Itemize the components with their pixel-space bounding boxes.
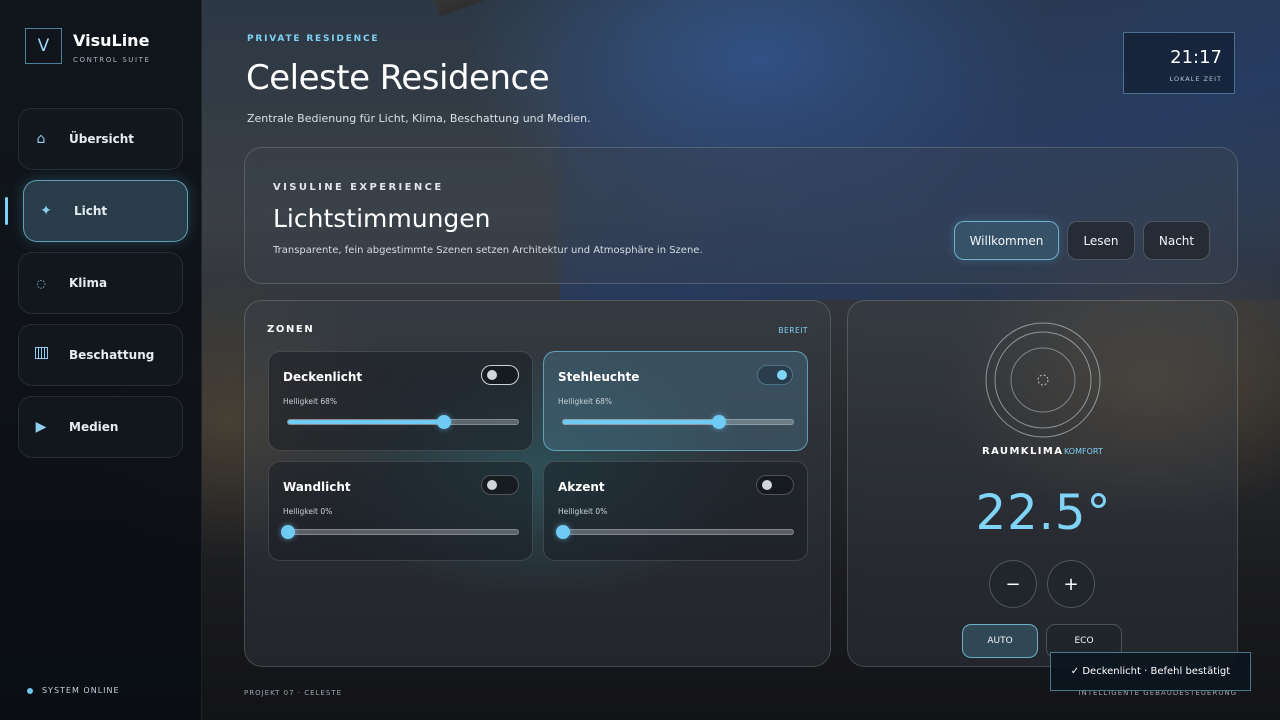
sidebar-item-label: Medien (69, 420, 119, 434)
sidebar-item-label: Übersicht (69, 132, 135, 146)
brightness-slider[interactable] (281, 525, 519, 539)
temperature-display: 22.5° (975, 485, 1112, 541)
zone-brightness-label: Helligkeit 0% (558, 507, 608, 516)
zone-toggle[interactable] (481, 475, 519, 495)
brightness-slider[interactable] (287, 415, 519, 429)
footer-project: PROJEKT 07 · CELESTE (244, 689, 342, 697)
zone-card: Wandlicht Helligkeit 0% (268, 461, 533, 561)
slider-thumb[interactable] (281, 525, 295, 539)
brand-logo-letter: V (37, 36, 50, 56)
zone-card: Deckenlicht Helligkeit 68% (268, 351, 533, 451)
clock-widget: 21:17 LOKALE ZEIT (1123, 32, 1235, 94)
scene-button-read[interactable]: Lesen (1067, 221, 1135, 260)
sidebar-item-label: Klima (69, 276, 108, 290)
zone-name: Stehleuchte (558, 370, 640, 384)
brand-name: VisuLine (73, 31, 150, 50)
home-icon: ⌂ (36, 131, 46, 147)
clock-time: 21:17 (1170, 47, 1222, 68)
toggle-knob (762, 480, 772, 490)
zones-panel: ZONEN BEREIT Deckenlicht Helligkeit 68% … (244, 300, 831, 667)
zone-name: Wandlicht (283, 480, 351, 494)
play-icon: ▶ (35, 419, 47, 435)
toggle-knob (487, 480, 497, 490)
toggle-knob (487, 370, 497, 380)
sidebar-item-light[interactable]: ✦ Licht (23, 180, 188, 242)
zone-brightness-label: Helligkeit 0% (283, 507, 333, 516)
zone-brightness-label: Helligkeit 68% (558, 397, 613, 406)
scene-button-welcome[interactable]: Willkommen (954, 221, 1059, 260)
clock-label: LOKALE ZEIT (1169, 75, 1222, 83)
blinds-icon (33, 347, 49, 363)
slider-thumb[interactable] (712, 415, 727, 429)
climate-icon: ◌ (36, 276, 46, 290)
zone-name: Akzent (558, 480, 605, 494)
zone-name: Deckenlicht (283, 370, 363, 384)
status-dot-icon (27, 688, 33, 694)
toggle-knob (777, 370, 787, 380)
sidebar-item-shading[interactable]: Beschattung (18, 324, 183, 386)
climate-panel: RAUMKLIMA KOMFORT 22.5° − + AUTO ECO (847, 300, 1238, 667)
decrease-temperature-button[interactable]: − (989, 560, 1037, 608)
toast-notification: ✓ Deckenlicht · Befehl bestätigt (1050, 652, 1251, 691)
climate-label: RAUMKLIMA (982, 446, 1064, 457)
zone-card: Akzent Helligkeit 0% (543, 461, 808, 561)
zone-toggle[interactable] (756, 475, 794, 495)
increase-temperature-button[interactable]: + (1047, 560, 1095, 608)
scenes-panel: VISULINE EXPERIENCE Lichtstimmungen Tran… (244, 147, 1238, 284)
slider-thumb[interactable] (556, 525, 570, 539)
mode-button-auto[interactable]: AUTO (962, 624, 1038, 658)
sidebar-item-label: Licht (74, 204, 108, 218)
zone-toggle[interactable] (757, 365, 793, 385)
zone-toggle[interactable] (481, 365, 519, 385)
sidebar-item-media[interactable]: ▶ Medien (18, 396, 183, 458)
zones-status: BEREIT (778, 326, 808, 335)
active-indicator (5, 197, 8, 225)
sidebar-item-climate[interactable]: ◌ Klima (18, 252, 183, 314)
sparkle-icon: ✦ (40, 203, 52, 219)
sidebar: V VisuLine CONTROL SUITE ⌂ Übersicht ✦ L… (0, 0, 202, 720)
slider-thumb[interactable] (437, 415, 452, 429)
brightness-slider[interactable] (556, 525, 794, 539)
climate-dial-icon (985, 322, 1101, 438)
zone-brightness-label: Helligkeit 68% (283, 397, 338, 406)
sidebar-item-overview[interactable]: ⌂ Übersicht (18, 108, 183, 170)
header-eyebrow: PRIVATE RESIDENCE (247, 34, 380, 44)
brightness-slider[interactable] (562, 415, 794, 429)
page-subtitle: Zentrale Bedienung für Licht, Klima, Bes… (247, 112, 591, 125)
scene-button-night[interactable]: Nacht (1143, 221, 1210, 260)
slider-fill (563, 420, 720, 424)
brand-subtitle: CONTROL SUITE (73, 56, 151, 64)
scenes-eyebrow: VISULINE EXPERIENCE (273, 182, 444, 193)
zones-title: ZONEN (267, 324, 315, 335)
sidebar-item-label: Beschattung (69, 348, 155, 362)
climate-mode-label: KOMFORT (1064, 447, 1103, 456)
scenes-description: Transparente, fein abgestimmte Szenen se… (273, 245, 703, 256)
page-title: Celeste Residence (246, 58, 550, 98)
brand-logo: V (25, 28, 62, 64)
system-status: SYSTEM ONLINE (42, 686, 120, 695)
scenes-title: Lichtstimmungen (273, 204, 491, 233)
zone-card: Stehleuchte Helligkeit 68% (543, 351, 808, 451)
slider-fill (288, 420, 445, 424)
